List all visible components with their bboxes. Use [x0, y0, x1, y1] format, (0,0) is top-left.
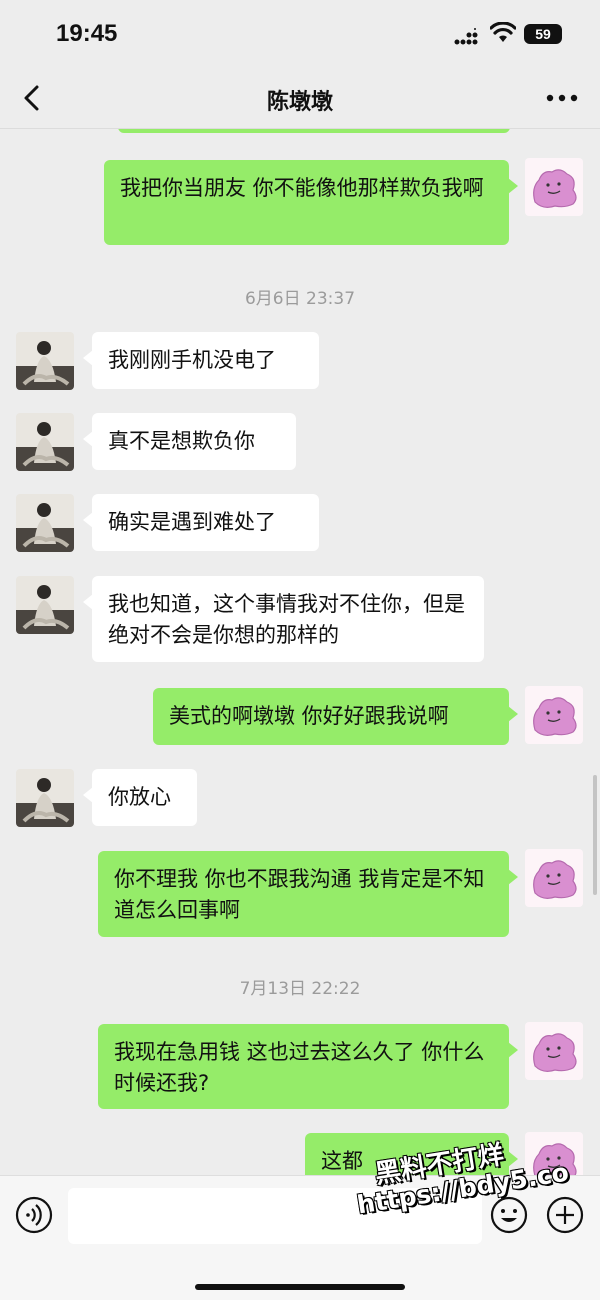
chat-message-list[interactable]: 我把你当朋友 你不能像他那样欺负我啊 6月6日 23:37 我刚刚手机没电了 真…: [0, 129, 600, 1175]
battery-indicator: 59: [524, 24, 562, 44]
contact-avatar[interactable]: [16, 576, 74, 634]
message-bubble-partial: [118, 129, 510, 133]
wifi-icon: [489, 21, 517, 44]
timestamp: 6月6日 23:37: [244, 289, 356, 309]
ditto-avatar-icon: [525, 158, 583, 216]
voice-button[interactable]: [15, 1196, 53, 1234]
message-bubble-incoming[interactable]: 你放心: [83, 769, 197, 826]
input-bar: [0, 1175, 600, 1300]
message-bubble-incoming[interactable]: 确实是遇到难处了: [83, 494, 319, 551]
message-bubble-outgoing[interactable]: 我把你当朋友 你不能像他那样欺负我啊: [104, 160, 518, 245]
chat-header: 陈墩墩: [0, 68, 600, 129]
message-bubble-outgoing[interactable]: 你不理我 你也不跟我沟通 我肯定是不知道怎么回事啊: [98, 851, 518, 937]
ditto-avatar-icon: [525, 1022, 583, 1080]
contact-photo-icon: [16, 494, 74, 552]
message-bubble-outgoing[interactable]: 这都: [305, 1133, 518, 1175]
message-input[interactable]: [68, 1188, 482, 1244]
ditto-avatar-icon: [525, 1132, 583, 1175]
my-avatar[interactable]: [525, 849, 583, 907]
contact-avatar[interactable]: [16, 769, 74, 827]
message-bubble-outgoing[interactable]: 我现在急用钱 这也过去这么久了 你什么时候还我?: [98, 1024, 518, 1109]
plus-icon: [546, 1196, 584, 1234]
my-avatar[interactable]: [525, 1022, 583, 1080]
contact-avatar[interactable]: [16, 413, 74, 471]
contact-avatar[interactable]: [16, 332, 74, 390]
message-bubble-incoming[interactable]: 真不是想欺负你: [83, 413, 296, 470]
my-avatar[interactable]: [525, 1132, 583, 1175]
contact-photo-icon: [16, 769, 74, 827]
voice-icon: [15, 1196, 53, 1234]
more-button[interactable]: [544, 84, 580, 112]
status-bar: 19:45 59: [0, 0, 600, 68]
contact-avatar[interactable]: [16, 494, 74, 552]
contact-photo-icon: [16, 332, 74, 390]
scrollbar[interactable]: [593, 775, 597, 895]
contact-photo-icon: [16, 576, 74, 634]
emoji-icon: [490, 1196, 528, 1234]
emoji-button[interactable]: [490, 1196, 528, 1234]
signal-icon: [454, 28, 478, 46]
home-indicator: [195, 1284, 405, 1290]
my-avatar[interactable]: [525, 158, 583, 216]
contact-photo-icon: [16, 413, 74, 471]
my-avatar[interactable]: [525, 686, 583, 744]
message-bubble-incoming[interactable]: 我刚刚手机没电了: [83, 332, 319, 389]
ditto-avatar-icon: [525, 686, 583, 744]
ditto-avatar-icon: [525, 849, 583, 907]
message-bubble-incoming[interactable]: 我也知道，这个事情我对不住你，但是绝对不会是你想的那样的: [83, 576, 484, 662]
message-bubble-outgoing[interactable]: 美式的啊墩墩 你好好跟我说啊: [153, 688, 518, 745]
status-time: 19:45: [56, 20, 118, 47]
chat-title: 陈墩墩: [266, 90, 333, 115]
plus-button[interactable]: [546, 1196, 584, 1234]
more-dots-icon: [546, 94, 578, 102]
timestamp: 7月13日 22:22: [239, 979, 361, 999]
